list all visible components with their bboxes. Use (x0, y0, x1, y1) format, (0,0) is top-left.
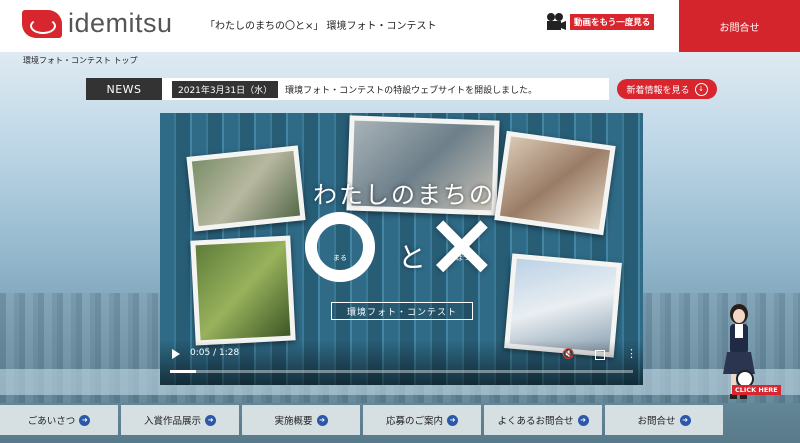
nav-item-label: ごあいさつ (27, 416, 76, 427)
arrow-right-icon: ➜ (79, 414, 91, 426)
news-tag: NEWS (86, 78, 162, 100)
nav-item-label: 実施概要 (274, 416, 313, 427)
play-icon[interactable] (172, 349, 180, 359)
arrow-down-icon: ↓ (694, 82, 708, 96)
arrow-right-icon: ➜ (447, 414, 458, 426)
nav-item-greeting[interactable]: ごあいさつ ➜ (0, 405, 118, 435)
video-to: と (398, 241, 427, 274)
nav-item-winning-works[interactable]: 入賞作品展示 ➜ (121, 405, 239, 435)
video-progress-fill (170, 370, 197, 373)
news-bar: NEWS 2021年3月31日（水） 環境フォト・コンテストの特設ウェブサイトを… (86, 78, 609, 100)
fullscreen-icon[interactable] (595, 350, 605, 360)
maru-circle-icon (305, 212, 375, 282)
news-more-button[interactable]: 新着情報を見る ↓ (617, 79, 717, 99)
video-again-label: 動画をもう一度見る (570, 14, 655, 30)
ruby-maru: まる (333, 254, 347, 262)
idemitsu-logo[interactable]: idemitsu (22, 8, 173, 39)
news-more-label: 新着情報を見る (626, 85, 690, 96)
click-here-badge[interactable]: CLICK HERE (732, 385, 781, 395)
nav-item-faq[interactable]: よくあるお問合せ ➜ (484, 405, 602, 435)
nav-item-label: よくあるお問合せ (497, 416, 574, 427)
site-title[interactable]: 「わたしのまちの〇と×」 環境フォト・コンテスト (205, 17, 437, 32)
nav-item-label: 応募のご案内 (385, 416, 443, 427)
photo-frame (186, 145, 306, 232)
contact-button[interactable]: お問合せ (679, 0, 800, 52)
breadcrumb[interactable]: 環境フォト・コンテスト トップ (23, 55, 138, 66)
more-options-icon[interactable]: ⋮ (626, 347, 637, 360)
ruby-batsu: ばつ (456, 254, 470, 262)
mute-icon[interactable]: 🔇 (562, 349, 574, 360)
nav-item-label: 入賞作品展示 (143, 416, 201, 427)
arrow-right-icon: ➜ (205, 414, 216, 426)
arrow-right-icon: ➜ (577, 414, 589, 426)
nav-item-overview[interactable]: 実施概要 ➜ (242, 405, 360, 435)
video-time: 0:05 / 1:28 (190, 348, 240, 358)
logo-text: idemitsu (68, 8, 173, 38)
batsu-cross-icon: × (425, 192, 499, 295)
arrow-right-icon: ➜ (679, 414, 691, 426)
video-camera-icon (545, 12, 567, 32)
nav-item-label: お問合せ (637, 416, 676, 427)
video-controls: 0:05 / 1:28 🔇 ⋮ (160, 340, 643, 385)
news-message[interactable]: 環境フォト・コンテストの特設ウェブサイトを開設しました。 (285, 83, 537, 96)
nav-item-entry-guide[interactable]: 応募のご案内 ➜ (363, 405, 481, 435)
nav-item-contact[interactable]: お問合せ ➜ (605, 405, 723, 435)
photo-frame (494, 130, 616, 236)
video-subtitle: 環境フォト・コンテスト (331, 302, 473, 320)
news-date: 2021年3月31日（水） (172, 80, 279, 98)
site-header: idemitsu 「わたしのまちの〇と×」 環境フォト・コンテスト 動画をもう一… (0, 0, 800, 52)
video-again-button[interactable]: 動画をもう一度見る (545, 12, 655, 32)
bottom-nav: ごあいさつ ➜ 入賞作品展示 ➜ 実施概要 ➜ 応募のご案内 ➜ よくあるお問合せ ➜ お… (0, 399, 800, 443)
video-progress-bar[interactable] (170, 370, 633, 373)
logo-mark-icon (22, 9, 62, 38)
arrow-right-icon: ➜ (316, 414, 328, 426)
photo-frame (190, 235, 296, 346)
